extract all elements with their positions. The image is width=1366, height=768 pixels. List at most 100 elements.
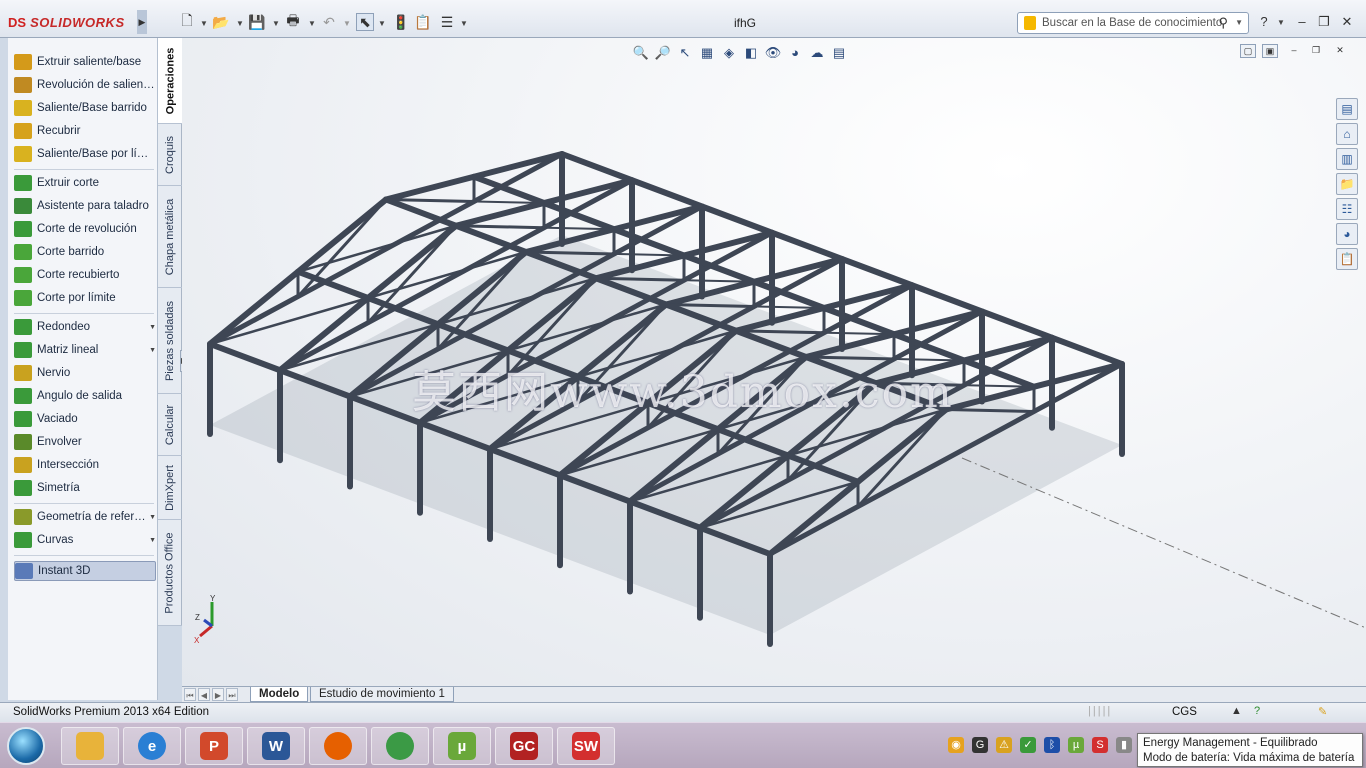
tray-norton-icon[interactable]: ◉ bbox=[948, 737, 964, 753]
next-tab-icon[interactable]: ▶ bbox=[212, 688, 224, 701]
print-dropdown-icon[interactable]: ▼ bbox=[308, 19, 316, 28]
taskbar-explorer[interactable] bbox=[61, 727, 119, 765]
taskbar-powerpoint[interactable]: P bbox=[185, 727, 243, 765]
tray-warning-icon[interactable]: ⚠ bbox=[996, 737, 1012, 753]
file-properties-icon[interactable]: 📋 bbox=[414, 13, 432, 31]
tab-label: Piezas soldadas bbox=[164, 300, 177, 381]
tab-croquis[interactable]: Croquis bbox=[158, 124, 182, 186]
select-icon[interactable]: ⬉ bbox=[356, 13, 374, 31]
open-dropdown-icon[interactable]: ▼ bbox=[236, 19, 244, 28]
boundary-boss-icon bbox=[14, 146, 32, 162]
undo-dropdown-icon[interactable]: ▼ bbox=[343, 19, 351, 28]
tab-operaciones[interactable]: Operaciones bbox=[158, 38, 182, 124]
revolve-boss-button[interactable]: Revolución de saliente/base bbox=[14, 75, 156, 95]
rebuild-icon[interactable]: 🚦 bbox=[392, 13, 410, 31]
rebuild-status-icon[interactable]: ✎ bbox=[1318, 705, 1327, 718]
taskbar-gc[interactable]: GC bbox=[495, 727, 553, 765]
swept-boss-icon bbox=[14, 100, 32, 116]
reference-geometry-button[interactable]: Geometría de referencia▼ bbox=[14, 507, 156, 527]
appearances-icon[interactable]: ◕ bbox=[1336, 223, 1358, 245]
new-dropdown-icon[interactable]: ▼ bbox=[200, 19, 208, 28]
select-dropdown-icon[interactable]: ▼ bbox=[378, 19, 386, 28]
extruded-cut-button[interactable]: Extruir corte bbox=[14, 173, 156, 193]
tab-calcular[interactable]: Calcular bbox=[158, 394, 182, 456]
bluetooth-icon[interactable]: ᛒ bbox=[1044, 737, 1060, 753]
menu-expand-arrow[interactable]: ▶ bbox=[137, 10, 147, 34]
unit-system[interactable]: CGS bbox=[1172, 706, 1197, 718]
taskbar-word[interactable]: W bbox=[247, 727, 305, 765]
revolved-cut-button[interactable]: Corte de revolución bbox=[14, 219, 156, 239]
taskbar-utorrent[interactable]: µ bbox=[433, 727, 491, 765]
search-icon[interactable]: ⚲ bbox=[1218, 15, 1228, 31]
file-explorer-icon[interactable]: 📁 bbox=[1336, 173, 1358, 195]
solidworks-logo[interactable]: DS SOLIDWORKS bbox=[8, 10, 148, 34]
taskbar-firefox[interactable] bbox=[309, 727, 367, 765]
status-text: SolidWorks Premium 2013 x64 Edition bbox=[13, 706, 210, 718]
options-icon[interactable]: ☰ bbox=[438, 13, 456, 31]
tray-utorrent-icon[interactable]: µ bbox=[1068, 737, 1084, 753]
taskbar-internet-explorer[interactable]: e bbox=[123, 727, 181, 765]
save-dropdown-icon[interactable]: ▼ bbox=[272, 19, 280, 28]
last-tab-icon[interactable]: ⏭ bbox=[226, 688, 238, 701]
tab-modelo[interactable]: Modelo bbox=[250, 687, 309, 702]
fillet-button[interactable]: Redondeo ▼ bbox=[14, 317, 156, 337]
design-library-icon[interactable]: ▥ bbox=[1336, 148, 1358, 170]
custom-properties-icon[interactable]: 📋 bbox=[1336, 248, 1358, 270]
tray-battery-icon[interactable]: ▮ bbox=[1116, 737, 1132, 753]
hole-wizard-button[interactable]: Asistente para taladro bbox=[14, 196, 156, 216]
options-dropdown-icon[interactable]: ▼ bbox=[460, 19, 468, 28]
dropdown-icon[interactable]: ▼ bbox=[149, 347, 156, 354]
save-icon[interactable]: 💾 bbox=[248, 13, 266, 31]
mirror-button[interactable]: Simetría bbox=[14, 478, 156, 498]
undo-icon[interactable]: ↶ bbox=[320, 13, 338, 31]
extrude-boss-button[interactable]: Extruir saliente/base bbox=[14, 52, 156, 72]
tab-dimxpert[interactable]: DimXpert bbox=[158, 456, 182, 520]
draft-button[interactable]: Ángulo de salida bbox=[14, 386, 156, 406]
wrap-button[interactable]: Envolver bbox=[14, 432, 156, 452]
dropdown-icon[interactable]: ▼ bbox=[149, 514, 156, 521]
view-palette-icon[interactable]: ☷ bbox=[1336, 198, 1358, 220]
search-dropdown-icon[interactable]: ▼ bbox=[1235, 18, 1243, 27]
tray-check-icon[interactable]: ✓ bbox=[1020, 737, 1036, 753]
open-icon[interactable]: 📂 bbox=[212, 13, 230, 31]
first-tab-icon[interactable]: ⏮ bbox=[184, 688, 196, 701]
close-icon[interactable]: ✕ bbox=[1339, 14, 1355, 30]
tab-productos-office[interactable]: Productos Office bbox=[158, 520, 182, 626]
prev-tab-icon[interactable]: ◀ bbox=[198, 688, 210, 701]
graphics-area[interactable]: 🔍 🔎 ↖ ▦ ◈ ◧ 👁 ◕ ☁ ▤ ▢ ▣ – ❐ ✕ 莫西网www.3dm… bbox=[182, 38, 1366, 686]
tab-chapa-metalica[interactable]: Chapa metálica bbox=[158, 186, 182, 288]
shell-button[interactable]: Vaciado bbox=[14, 409, 156, 429]
start-button[interactable] bbox=[7, 727, 45, 765]
minimize-icon[interactable]: – bbox=[1294, 14, 1310, 30]
loft-icon bbox=[14, 123, 32, 139]
help-icon[interactable]: ? bbox=[1256, 14, 1272, 30]
taskbar-chrome[interactable] bbox=[371, 727, 429, 765]
boundary-cut-button[interactable]: Corte por límite bbox=[14, 288, 156, 308]
new-icon[interactable]: 🗋 bbox=[178, 12, 196, 31]
dropdown-icon[interactable]: ▼ bbox=[149, 324, 156, 331]
home-icon[interactable]: ⌂ bbox=[1336, 123, 1358, 145]
lofted-cut-button[interactable]: Corte recubierto bbox=[14, 265, 156, 285]
restore-icon[interactable]: ❐ bbox=[1316, 14, 1332, 30]
tray-solidworks-icon[interactable]: S bbox=[1092, 737, 1108, 753]
tab-piezas-soldadas[interactable]: Piezas soldadas bbox=[158, 288, 182, 394]
boundary-boss-button[interactable]: Saliente/Base por límite bbox=[14, 144, 156, 164]
tab-estudio-movimiento[interactable]: Estudio de movimiento 1 bbox=[310, 687, 454, 702]
help-status-icon[interactable]: ? bbox=[1254, 705, 1260, 717]
units-up-icon[interactable]: ▲ bbox=[1231, 705, 1242, 717]
print-icon[interactable]: 🖶 bbox=[284, 12, 302, 31]
help-dropdown-icon[interactable]: ▼ bbox=[1277, 18, 1285, 27]
dropdown-icon[interactable]: ▼ bbox=[149, 537, 156, 544]
search-input[interactable]: Buscar en la Base de conocimiento ⚲ ▼ bbox=[1017, 12, 1249, 34]
intersect-button[interactable]: Intersección bbox=[14, 455, 156, 475]
tray-gc-icon[interactable]: G bbox=[972, 737, 988, 753]
swept-cut-button[interactable]: Corte barrido bbox=[14, 242, 156, 262]
taskbar-solidworks[interactable]: SW bbox=[557, 727, 615, 765]
linear-pattern-button[interactable]: Matriz lineal ▼ bbox=[14, 340, 156, 360]
rib-button[interactable]: Nervio bbox=[14, 363, 156, 383]
solidworks-resources-icon[interactable]: ▤ bbox=[1336, 98, 1358, 120]
instant3d-button[interactable]: Instant 3D bbox=[14, 561, 156, 581]
curves-button[interactable]: Curvas ▼ bbox=[14, 530, 156, 550]
loft-button[interactable]: Recubrir bbox=[14, 121, 156, 141]
swept-boss-button[interactable]: Saliente/Base barrido bbox=[14, 98, 156, 118]
